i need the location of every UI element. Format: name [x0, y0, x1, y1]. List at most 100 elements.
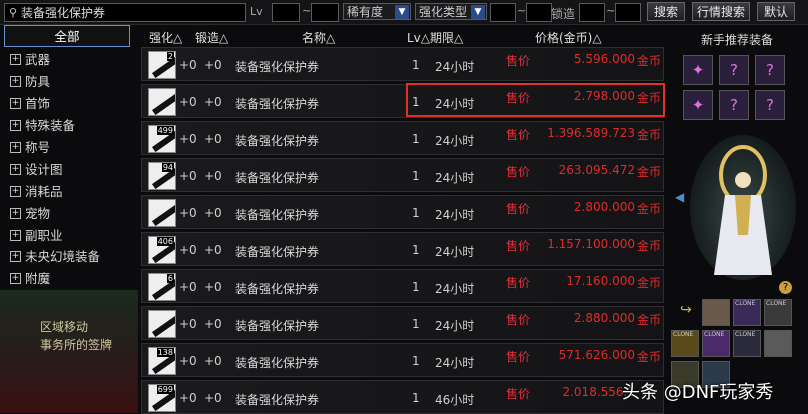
- watermark: 头条 @DNF玩家秀: [622, 382, 774, 403]
- protection-ticket-icon: [148, 199, 176, 227]
- avatar-tile[interactable]: CLONE: [671, 330, 699, 357]
- listing-row[interactable]: 94 +0 +0 装备强化保护券 1 24小时 售价 263.095.472 金币: [141, 158, 664, 192]
- category-label: 特殊装备: [25, 118, 76, 134]
- recommended-slot[interactable]: ✦: [683, 55, 713, 85]
- item-period: 24小时: [435, 171, 475, 185]
- item-level: 1: [412, 354, 420, 368]
- forge-value: +0: [204, 95, 222, 109]
- protection-ticket-icon: 406: [148, 236, 176, 264]
- search-input[interactable]: ⚲ 装备强化保护券: [4, 3, 246, 22]
- enhance-min-input[interactable]: [490, 3, 516, 22]
- price-search-button[interactable]: 行情搜索: [692, 2, 750, 21]
- avatar-tile[interactable]: CLONE: [733, 299, 761, 326]
- item-period: 24小时: [435, 282, 475, 296]
- listing-row[interactable]: +0 +0 装备强化保护券 1 24小时 售价 2.880.000 金币: [141, 306, 664, 340]
- gem-icon: ✦: [691, 96, 705, 114]
- expand-plus-icon: +: [10, 185, 21, 197]
- currency-label: 金币: [636, 239, 661, 253]
- recommended-slot[interactable]: ?: [755, 90, 785, 120]
- listing-row[interactable]: 2 +0 +0 装备强化保护券 1 24小时 售价 5.596.000 金币: [141, 47, 664, 81]
- category-label: 副职业: [25, 227, 63, 243]
- listing-row[interactable]: 406 +0 +0 装备强化保护券 1 24小时 售价 1.157.100.000 金币: [141, 232, 664, 266]
- item-period: 46小时: [435, 393, 475, 407]
- expand-plus-icon: +: [10, 120, 21, 132]
- category-item[interactable]: + 宠物: [4, 202, 130, 224]
- category-all[interactable]: 全部: [4, 25, 130, 47]
- enhance-value: +0: [179, 317, 197, 331]
- avatar-tile[interactable]: [702, 299, 730, 326]
- avatar-tile[interactable]: CLONE: [702, 330, 730, 357]
- avatar-tile[interactable]: CLONE: [733, 330, 761, 357]
- recommended-slot[interactable]: ?: [719, 55, 749, 85]
- enhance-value: +0: [179, 206, 197, 220]
- category-list: 全部 + 武器 + 防具 + 首饰 + 特殊装备 + 称号 + 设计图 + 消耗品 + 宠物 +…: [4, 25, 130, 295]
- item-period: 24小时: [435, 60, 475, 74]
- help-icon[interactable]: ?: [779, 281, 792, 294]
- lv-min-input[interactable]: [272, 3, 300, 22]
- col-price[interactable]: 价格(金币)△: [535, 29, 602, 46]
- forge-value: +0: [204, 391, 222, 405]
- category-item[interactable]: + 特殊装备: [4, 115, 130, 137]
- forge-max-input[interactable]: [615, 3, 641, 22]
- currency-label: 金币: [636, 313, 661, 327]
- lv-max-input[interactable]: [311, 3, 339, 22]
- enhance-type-select[interactable]: 强化类型 ▼: [415, 3, 487, 20]
- category-item[interactable]: + 未央幻境装备: [4, 246, 130, 268]
- rotate-left-icon[interactable]: ◀: [675, 190, 684, 204]
- recommended-slot[interactable]: ✦: [683, 90, 713, 120]
- item-name: 装备强化保护券: [235, 134, 320, 148]
- category-item[interactable]: + 副职业: [4, 224, 130, 246]
- item-level: 1: [412, 132, 420, 146]
- item-period: 24小时: [435, 319, 475, 333]
- col-lv-period[interactable]: Lv△期限△: [407, 29, 463, 46]
- category-label: 称号: [25, 140, 51, 155]
- category-item[interactable]: + 设计图: [4, 158, 130, 180]
- listing-row[interactable]: 138 +0 +0 装备强化保护券 1 24小时 售价 571.626.000 金币: [141, 343, 664, 377]
- default-button[interactable]: 默认: [757, 2, 795, 21]
- expand-plus-icon: +: [10, 163, 21, 175]
- col-name[interactable]: 名称△: [302, 29, 335, 46]
- background-text: 区域移动: [40, 320, 89, 334]
- recommended-slot[interactable]: ?: [719, 90, 749, 120]
- category-item[interactable]: + 附魔: [4, 268, 130, 290]
- protection-ticket-icon: [148, 88, 176, 116]
- item-name: 装备强化保护券: [235, 208, 320, 222]
- rarity-select[interactable]: 稀有度 ▼: [343, 3, 411, 20]
- background-scene: 区域移动 事务所的签牌: [0, 290, 138, 413]
- enhance-max-input[interactable]: [526, 3, 552, 22]
- item-name: 装备强化保护券: [235, 97, 320, 111]
- category-item[interactable]: + 武器: [4, 49, 130, 71]
- listing-row[interactable]: +0 +0 装备强化保护券 1 24小时 售价 2.800.000 金币: [141, 195, 664, 229]
- search-button[interactable]: 搜索: [647, 2, 685, 21]
- currency-label: 金币: [636, 202, 661, 216]
- forge-min-input[interactable]: [579, 3, 605, 22]
- protection-ticket-icon: 94: [148, 162, 176, 190]
- category-item[interactable]: + 消耗品: [4, 180, 130, 202]
- col-forge[interactable]: 锻造△: [195, 29, 228, 46]
- price-value: 571.626.000: [558, 348, 635, 362]
- expand-plus-icon: +: [10, 251, 21, 263]
- forge-value: +0: [204, 132, 222, 146]
- item-level: 1: [412, 58, 420, 72]
- category-item[interactable]: + 防具: [4, 71, 130, 93]
- item-period: 24小时: [435, 356, 475, 370]
- category-item[interactable]: + 称号: [4, 137, 130, 159]
- listing-header: 强化△ 锻造△ 名称△ Lv△期限△ 价格(金币)△: [141, 29, 666, 45]
- category-item[interactable]: + 首饰: [4, 93, 130, 115]
- recommended-title: 新手推荐装备: [700, 33, 773, 47]
- recommended-slot[interactable]: ?: [755, 55, 785, 85]
- forge-value: +0: [204, 58, 222, 72]
- listing-row[interactable]: 699 +0 +0 装备强化保护券 1 46小时 售价 2.018.556.1: [141, 380, 664, 414]
- highlight-box: [406, 83, 665, 117]
- price-value: 2.800.000: [573, 200, 635, 214]
- listing-row[interactable]: 499 +0 +0 装备强化保护券 1 24小时 售价 1.396.589.723 金币: [141, 121, 664, 155]
- clone-label: CLONE: [735, 331, 756, 338]
- stack-count: 2: [166, 52, 174, 61]
- swap-icon[interactable]: ↪: [680, 302, 692, 318]
- sale-label: 售价: [506, 239, 531, 253]
- avatar-tile[interactable]: CLONE: [764, 299, 792, 326]
- col-enhance[interactable]: 强化△: [149, 29, 182, 46]
- stack-count: 138: [156, 348, 174, 357]
- avatar-tile[interactable]: [764, 330, 792, 357]
- listing-row[interactable]: 6 +0 +0 装备强化保护券 1 24小时 售价 17.160.000 金币: [141, 269, 664, 303]
